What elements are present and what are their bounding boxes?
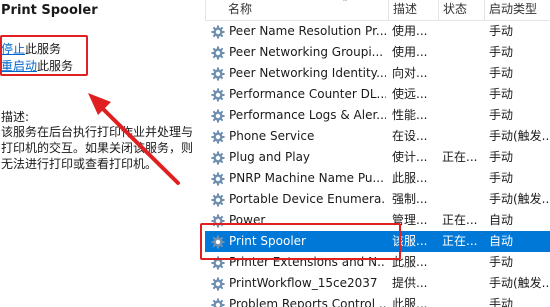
service-row[interactable]: Portable Device Enumera... 强制... 手动(触发...	[205, 189, 550, 210]
restart-service-link[interactable]: 重启动	[1, 59, 37, 73]
service-name: Performance Logs & Aler...	[229, 108, 386, 122]
service-description: 此服...	[392, 171, 428, 185]
service-description: 使计...	[392, 150, 428, 164]
stop-service-suffix: 此服务	[25, 42, 62, 56]
service-description: 在设...	[392, 129, 428, 143]
service-status: 正在...	[442, 234, 478, 248]
service-row[interactable]: PNRP Machine Name Pu... 此服... 手动	[205, 168, 550, 189]
service-row[interactable]: Peer Networking Groupi... 使用... 手动	[205, 42, 550, 63]
service-description: 此服...	[392, 297, 428, 307]
service-description: 性能...	[392, 108, 428, 122]
service-name: Plug and Play	[229, 150, 311, 164]
service-startup-type: 手动	[489, 255, 514, 269]
service-row[interactable]: Power 管理... 正在... 自动	[205, 210, 550, 231]
service-name: Problem Reports Control ...	[229, 297, 386, 307]
service-startup-type: 自动	[489, 234, 514, 248]
service-startup-type: 手动	[489, 87, 514, 101]
service-description: 向对...	[392, 66, 428, 80]
service-startup-type: 手动	[489, 108, 514, 122]
stop-service-action: 停止此服务	[1, 40, 61, 57]
service-name: Portable Device Enumera...	[229, 192, 386, 206]
service-name: Power	[229, 213, 266, 227]
service-description: 使远...	[392, 87, 428, 101]
service-row[interactable]: Phone Service 在设... 手动(触发...	[205, 126, 550, 147]
service-name: Print Spooler	[229, 234, 306, 248]
service-row[interactable]: Peer Name Resolution Pr... 使用... 手动	[205, 21, 550, 42]
service-name: PrintWorkflow_15ce2037	[229, 276, 378, 290]
list-header: ⌃ 名称 描述 状态 启动类型	[205, 0, 550, 21]
services-window: Print Spooler 停止此服务 重启动此服务 描述: 该服务在后台执行打…	[0, 0, 550, 307]
service-detail-panel: Print Spooler 停止此服务 重启动此服务 描述: 该服务在后台执行打…	[0, 0, 200, 307]
service-name: PNRP Machine Name Pu...	[229, 171, 384, 185]
service-description: 该服...	[392, 234, 428, 248]
service-row[interactable]: Print Spooler 该服... 正在... 自动	[205, 231, 550, 252]
service-row[interactable]: Problem Reports Control ... 此服... 手动	[205, 294, 550, 307]
service-description: 强制...	[392, 192, 428, 206]
service-startup-type: 自动	[489, 213, 514, 227]
service-startup-type: 手动	[489, 45, 514, 59]
service-title: Print Spooler	[1, 3, 98, 18]
service-name: Performance Counter DL...	[229, 87, 386, 101]
service-description: 使用...	[392, 45, 428, 59]
service-row[interactable]: Performance Counter DL... 使远... 手动	[205, 84, 550, 105]
service-row[interactable]: Peer Networking Identity... 向对... 手动	[205, 63, 550, 84]
services-list: ⌃ 名称 描述 状态 启动类型 Peer Name Resolution Pr.…	[205, 0, 550, 307]
service-startup-type: 手动(触发...	[489, 129, 550, 143]
service-startup-type: 手动(触发...	[489, 276, 550, 290]
column-header-name[interactable]: 名称	[205, 0, 388, 20]
service-row[interactable]: Performance Logs & Aler... 性能... 手动	[205, 105, 550, 126]
service-status: 正在...	[442, 213, 478, 227]
service-row[interactable]: Printer Extensions and N... 此服... 手动	[205, 252, 550, 273]
column-header-startup-type[interactable]: 启动类型	[484, 0, 550, 20]
service-name: Phone Service	[229, 129, 315, 143]
column-header-description[interactable]: 描述	[388, 0, 438, 20]
description-text: 该服务在后台执行打印作业并处理与打印机的交互。如果关闭该服务，则无法进行打印或查…	[1, 125, 194, 171]
service-startup-type: 手动	[489, 297, 514, 307]
stop-service-link[interactable]: 停止	[1, 42, 25, 56]
service-description: 管理...	[392, 213, 428, 227]
service-description: 使用...	[392, 24, 428, 38]
column-header-status[interactable]: 状态	[438, 0, 484, 20]
service-startup-type: 手动	[489, 66, 514, 80]
service-startup-type: 手动	[489, 150, 514, 164]
service-name: Peer Networking Identity...	[229, 66, 386, 80]
restart-service-action: 重启动此服务	[1, 57, 73, 74]
service-startup-type: 手动(触发...	[489, 192, 550, 206]
service-name: Printer Extensions and N...	[229, 255, 386, 269]
service-startup-type: 手动	[489, 24, 514, 38]
service-startup-type: 手动	[489, 171, 514, 185]
service-row[interactable]: PrintWorkflow_15ce2037 提供... 手动(触发...	[205, 273, 550, 294]
restart-service-suffix: 此服务	[37, 59, 74, 73]
service-description: 此服...	[392, 255, 428, 269]
service-name: Peer Networking Groupi...	[229, 45, 384, 59]
service-status: 正在...	[442, 150, 478, 164]
service-row[interactable]: Plug and Play 使计... 正在... 手动	[205, 147, 550, 168]
description-label: 描述:	[1, 110, 30, 124]
service-description: 提供...	[392, 276, 428, 290]
service-name: Peer Name Resolution Pr...	[229, 24, 386, 38]
